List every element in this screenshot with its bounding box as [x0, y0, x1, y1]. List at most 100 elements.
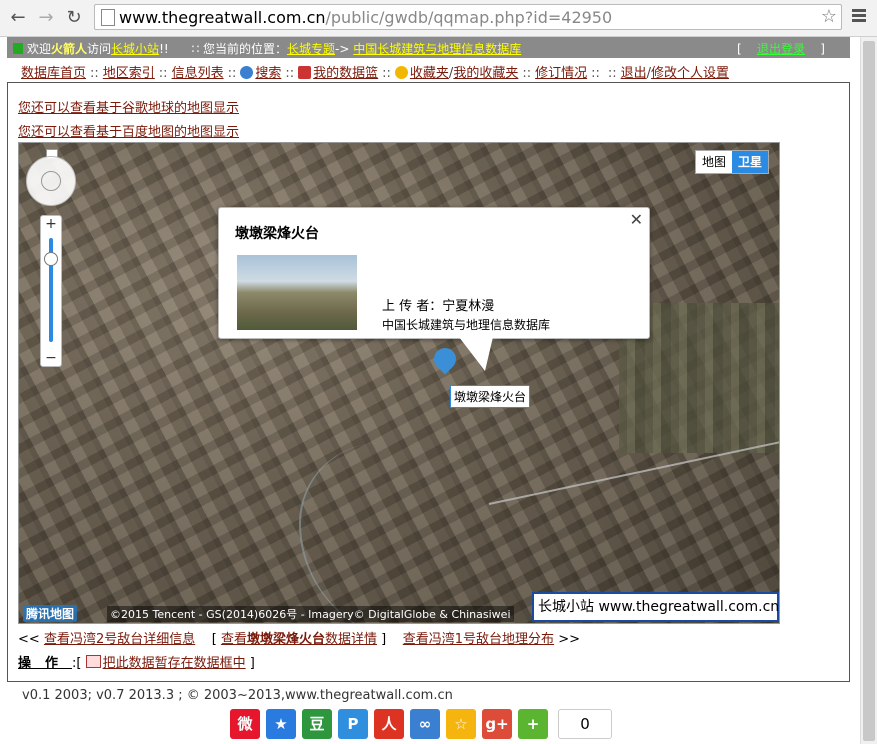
welcome-text: 欢迎	[27, 42, 52, 56]
map-copyright: ©2015 Tencent - GS(2014)6026号 - Imagery©…	[107, 606, 514, 622]
nav-my-favorites[interactable]: 我的收藏夹	[453, 66, 518, 81]
nav-region-index[interactable]: 地区索引	[103, 66, 155, 81]
operations-colon: :[	[72, 656, 82, 671]
next-arrow: >>	[558, 632, 580, 647]
save-to-basket-link[interactable]: 把此数据暂存在数据框中	[103, 656, 246, 671]
basket-icon	[298, 66, 312, 79]
browser-toolbar: ← → ↻ www.thegreatwall.com.cn/public/gwd…	[0, 0, 877, 37]
info-window: 墩墩梁烽火台 ✕ 上 传 者：宁夏林漫 中国长城建筑与地理信息数据库	[218, 207, 650, 371]
bracket-left: [	[737, 42, 742, 56]
operations-row: 操作:[ 把此数据暂存在数据框中 ]	[18, 652, 255, 671]
next-record-link[interactable]: 查看冯湾1号敌台地理分布	[403, 632, 554, 647]
info-window-tail	[459, 337, 493, 371]
favorites-star-icon	[394, 66, 408, 79]
zoom-control[interactable]: + −	[40, 215, 62, 367]
username: 火箭人	[51, 42, 88, 56]
current-link-suffix: 数据详情	[325, 632, 378, 647]
bookmark-star-icon[interactable]: ☆	[821, 6, 837, 27]
url-text: www.thegreatwall.com.cn/public/gwdb/qqma…	[119, 8, 613, 27]
address-bar[interactable]: www.thegreatwall.com.cn/public/gwdb/qqma…	[94, 4, 842, 30]
tencent-map-logo: 腾讯地图	[23, 605, 78, 622]
uploader-text: 上 传 者：宁夏林漫	[382, 299, 495, 314]
map-type-toggle: 地图 卫星	[695, 150, 770, 174]
site-watermark: 长城小站 www.thegreatwall.com.cn	[532, 592, 779, 622]
map-marker-icon[interactable]	[429, 343, 461, 375]
nav-separator: ::	[591, 66, 600, 81]
douban-share-icon[interactable]: 豆	[302, 709, 332, 739]
nav-settings[interactable]: 修改个人设置	[651, 66, 729, 81]
nav-separator: ::	[90, 66, 99, 81]
breadcrumb-separator: ->	[335, 42, 350, 56]
weibo-share-icon[interactable]: 微	[230, 709, 260, 739]
nav-info-list[interactable]: 信息列表	[172, 66, 224, 81]
more-share-icon[interactable]: +	[518, 709, 548, 739]
zoom-in-button[interactable]: +	[41, 216, 61, 232]
page-icon	[101, 9, 115, 26]
record-navigation: << 查看冯湾2号敌台详细信息 [ 查看墩墩梁烽火台数据详情 ] 查看冯湾1号敌…	[18, 628, 580, 647]
version-footer: v0.1 2003; v0.7 2013.3 ; © 2003~2013,www…	[22, 688, 453, 703]
site-link[interactable]: 长城小站	[111, 42, 159, 56]
site-photo[interactable]	[237, 255, 357, 330]
bracket-right: ]	[249, 656, 255, 671]
share-count: 0	[558, 709, 612, 739]
location-label: ∷ 您当前的位置：	[191, 42, 288, 56]
bracket-right: ]	[820, 42, 825, 56]
nav-revisions[interactable]: 修订情况	[535, 66, 587, 81]
reload-icon[interactable]: ↻	[62, 6, 86, 30]
breadcrumb-database[interactable]: 中国长城建筑与地理信息数据库	[353, 42, 521, 56]
nav-separator: ::	[382, 66, 391, 81]
scrollbar-thumb[interactable]	[863, 41, 875, 741]
logout-link[interactable]: 退出登录	[757, 42, 805, 56]
nav-separator: ::	[607, 66, 617, 81]
kaixin-share-icon[interactable]: ∞	[410, 709, 440, 739]
tencent-share-icon[interactable]: P	[338, 709, 368, 739]
welcome-bar: 欢迎火箭人访问长城小站!! ∷ 您当前的位置：长城专题-> 中国长城建筑与地理信…	[7, 37, 850, 58]
nav-search[interactable]: 搜索	[255, 66, 281, 81]
nav-separator: ::	[285, 66, 295, 81]
map-type-satellite-button[interactable]: 卫星	[732, 151, 769, 173]
prev-record-link[interactable]: 查看冯湾2号敌台详细信息	[44, 632, 195, 647]
share-bar: 微 ★ 豆 P 人 ∞ ☆ g+ + 0	[230, 709, 612, 739]
back-arrow-icon[interactable]: ←	[6, 6, 30, 30]
pan-control[interactable]	[26, 156, 76, 206]
current-record-name: 墩墩梁烽火台	[246, 632, 325, 647]
qzone-share-icon[interactable]: ★	[266, 709, 296, 739]
operations-label: 操作	[18, 656, 73, 671]
logout-area: [ 退出登录 ]	[737, 40, 825, 57]
breadcrumb-topic[interactable]: 长城专题	[287, 42, 335, 56]
zoom-slider-knob[interactable]	[44, 251, 58, 266]
nav-favorites[interactable]: 收藏夹	[410, 66, 449, 81]
browser-menu-icon[interactable]	[852, 7, 866, 27]
close-icon[interactable]: ✕	[630, 210, 643, 229]
favorite-share-icon[interactable]: ☆	[446, 709, 476, 739]
nav-logout[interactable]: 退出	[621, 66, 647, 81]
zoom-out-button[interactable]: −	[41, 350, 61, 366]
info-window-title: 墩墩梁烽火台	[235, 226, 319, 242]
marker-label[interactable]: 墩墩梁烽火台	[450, 385, 531, 408]
nav-home[interactable]: 数据库首页	[21, 66, 86, 81]
googleplus-share-icon[interactable]: g+	[482, 709, 512, 739]
satellite-map[interactable]: + − 地图 卫星 墩墩梁烽火台 ✕ 上 传 者：宁夏林漫 中国长城建筑与地理信…	[18, 142, 780, 624]
forward-arrow-icon[interactable]: →	[34, 6, 58, 30]
google-map-link[interactable]: 您还可以查看基于谷歌地球的地图显示	[18, 97, 239, 116]
renren-share-icon[interactable]: 人	[374, 709, 404, 739]
map-river	[299, 443, 501, 623]
nav-separator: ::	[158, 66, 168, 81]
main-nav: 数据库首页:: 地区索引:: 信息列表:: 搜索:: 我的数据篮:: 收藏夹/我的收藏夹:…	[21, 62, 729, 81]
bracket-right: ]	[381, 632, 387, 647]
vertical-scrollbar[interactable]	[860, 37, 877, 744]
nav-my-basket[interactable]: 我的数据篮	[313, 66, 378, 81]
search-icon	[240, 66, 254, 79]
baidu-map-link[interactable]: 您还可以查看基于百度地图的地图显示	[18, 121, 239, 140]
map-type-map-button[interactable]: 地图	[696, 151, 732, 173]
current-record-link[interactable]: 查看墩墩梁烽火台数据详情	[221, 632, 377, 647]
prev-arrow: <<	[18, 632, 40, 647]
nav-separator: ::	[522, 66, 532, 81]
welcome-mid: 访问	[87, 42, 112, 56]
current-link-prefix: 查看	[220, 632, 247, 647]
basket-icon	[85, 655, 101, 668]
home-icon	[13, 43, 23, 54]
bracket-left: [	[211, 632, 217, 647]
source-text: 中国长城建筑与地理信息数据库	[382, 318, 551, 332]
nav-separator: ::	[227, 66, 237, 81]
